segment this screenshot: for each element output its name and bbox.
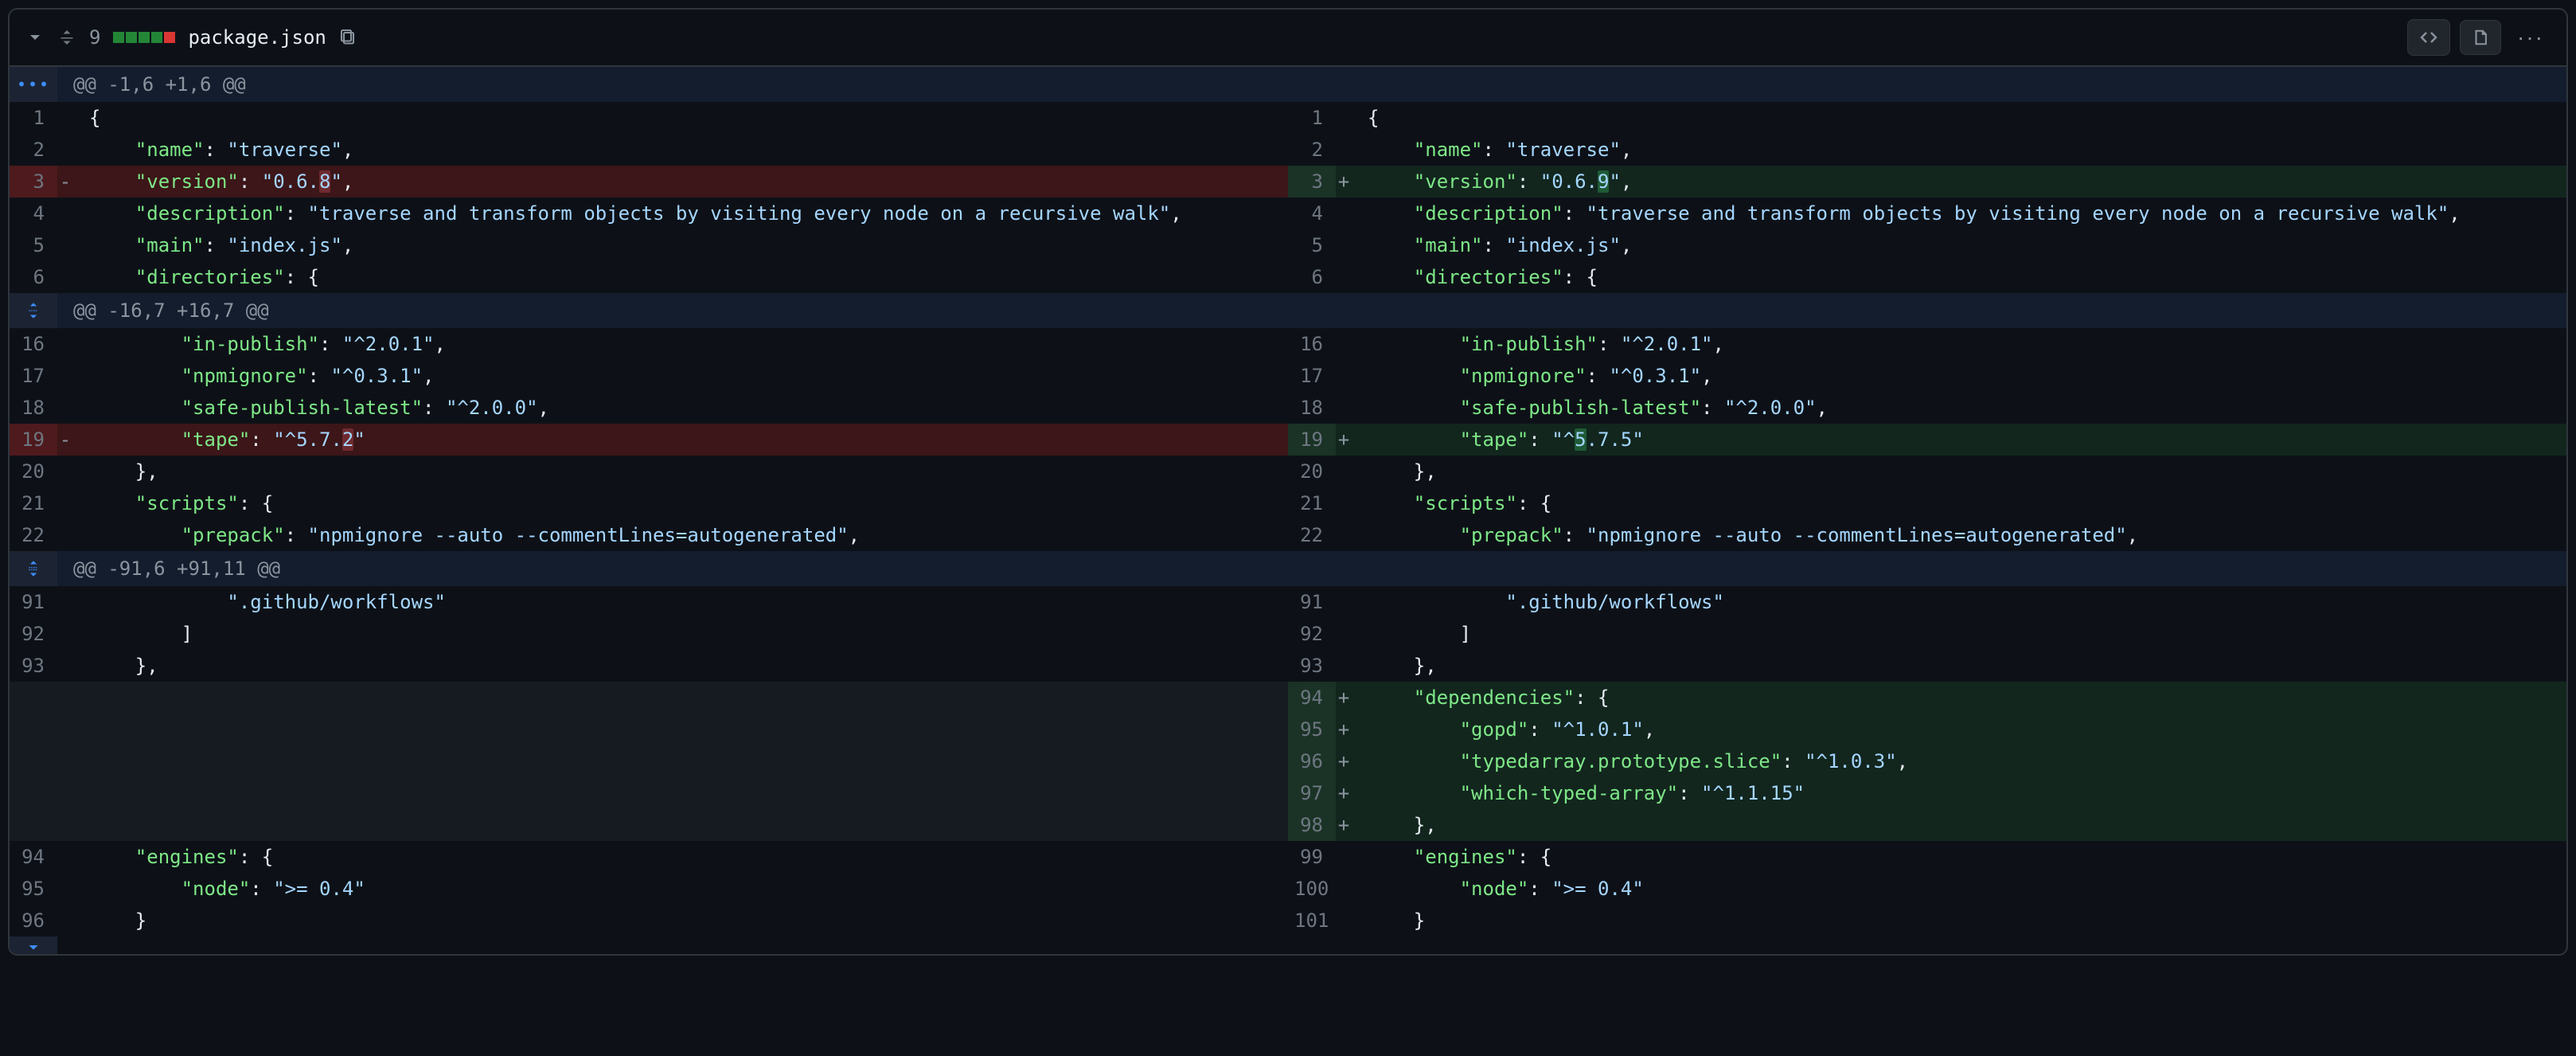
diff-line: 22 "prepack": "npmignore --auto --commen…	[10, 519, 2566, 551]
diff-marker-plus: +	[1336, 424, 1352, 456]
diff-marker-plus: +	[1336, 777, 1352, 809]
line-number-right[interactable]: 22	[1288, 519, 1336, 551]
diff-marker-plus: +	[1336, 714, 1352, 745]
line-number-left[interactable]: 16	[10, 328, 57, 360]
view-source-button[interactable]	[2407, 19, 2450, 56]
file-name[interactable]: package.json	[188, 23, 326, 52]
expand-hunk-icon[interactable]: •••	[10, 67, 57, 102]
line-number-right[interactable]: 4	[1288, 198, 1336, 229]
line-number-right[interactable]: 3	[1288, 166, 1336, 198]
line-number-left[interactable]: 21	[10, 487, 57, 519]
line-number-left[interactable]: 2	[10, 134, 57, 166]
copy-path-icon[interactable]	[339, 28, 358, 47]
line-number-right[interactable]: 92	[1288, 618, 1336, 650]
diff-line: 2 "name": "traverse",2 "name": "traverse…	[10, 134, 2566, 166]
expand-all-icon[interactable]	[57, 28, 76, 47]
line-number-left[interactable]: 96	[10, 905, 57, 937]
line-number-right[interactable]: 94	[1288, 682, 1336, 714]
diff-marker-plus: +	[1336, 809, 1352, 841]
line-number-left[interactable]: 95	[10, 873, 57, 905]
expand-down-icon[interactable]	[10, 937, 57, 954]
diff-line: 20 },20 },	[10, 456, 2566, 487]
hunk-header: @@ -16,7 +16,7 @@	[57, 293, 2566, 328]
diff-line: 5 "main": "index.js",5 "main": "index.js…	[10, 229, 2566, 261]
diff-line-added: 97+ "which-typed-array": "^1.1.15"	[10, 777, 2566, 809]
diff-line-added: 98+ },	[10, 809, 2566, 841]
line-number-right[interactable]: 20	[1288, 456, 1336, 487]
line-number-right[interactable]: 93	[1288, 650, 1336, 682]
line-number-left[interactable]: 22	[10, 519, 57, 551]
diff-line: 17 "npmignore": "^0.3.1",17 "npmignore":…	[10, 360, 2566, 392]
line-number-right[interactable]: 101	[1288, 905, 1336, 937]
line-number-left[interactable]: 19	[10, 424, 57, 456]
line-number-right[interactable]: 97	[1288, 777, 1336, 809]
line-number-right[interactable]: 17	[1288, 360, 1336, 392]
line-number-right[interactable]: 99	[1288, 841, 1336, 873]
diff-line-modified: 19- "tape": "^5.7.2"19+ "tape": "^5.7.5"	[10, 424, 2566, 456]
chevron-down-icon[interactable]	[25, 28, 45, 47]
diff-marker-plus: +	[1336, 166, 1352, 198]
change-count: 9	[89, 23, 100, 52]
diff-marker-plus: +	[1336, 682, 1352, 714]
line-number-right[interactable]: 98	[1288, 809, 1336, 841]
line-number-left[interactable]: 5	[10, 229, 57, 261]
line-number-left[interactable]: 4	[10, 198, 57, 229]
diff-line: 94 "engines": {99 "engines": {	[10, 841, 2566, 873]
diff-line-modified: 3- "version": "0.6.8",3+ "version": "0.6…	[10, 166, 2566, 198]
line-number-right[interactable]: 2	[1288, 134, 1336, 166]
diff-stat-squares	[113, 32, 175, 43]
line-number-left[interactable]: 92	[10, 618, 57, 650]
diff-line: 16 "in-publish": "^2.0.1",16 "in-publish…	[10, 328, 2566, 360]
line-number-left[interactable]: 3	[10, 166, 57, 198]
line-number-right[interactable]: 96	[1288, 745, 1336, 777]
expand-hunk-icon[interactable]	[10, 551, 57, 586]
diff-line: 18 "safe-publish-latest": "^2.0.0",18 "s…	[10, 392, 2566, 424]
line-number-left[interactable]: 20	[10, 456, 57, 487]
line-number-left[interactable]: 94	[10, 841, 57, 873]
line-number-left[interactable]: 18	[10, 392, 57, 424]
diff-line: 93 },93 },	[10, 650, 2566, 682]
line-number-right[interactable]: 21	[1288, 487, 1336, 519]
expand-hunk-icon[interactable]	[10, 293, 57, 328]
diff-line: 91 ".github/workflows"91 ".github/workfl…	[10, 586, 2566, 618]
line-number-right[interactable]: 16	[1288, 328, 1336, 360]
diff-line: 4 "description": "traverse and transform…	[10, 198, 2566, 229]
diff-marker-minus: -	[57, 424, 73, 456]
diff-line: 21 "scripts": {21 "scripts": {	[10, 487, 2566, 519]
line-number-right[interactable]: 19	[1288, 424, 1336, 456]
view-file-button[interactable]	[2460, 20, 2501, 55]
line-number-left[interactable]: 17	[10, 360, 57, 392]
diff-line-added: 94+ "dependencies": {	[10, 682, 2566, 714]
expand-down-row	[10, 937, 2566, 954]
diff-marker-plus: +	[1336, 745, 1352, 777]
line-number-right[interactable]: 100	[1288, 873, 1336, 905]
diff-body: •••@@ -1,6 +1,6 @@1{1{2 "name": "travers…	[10, 67, 2566, 937]
line-number-right[interactable]: 5	[1288, 229, 1336, 261]
line-number-right[interactable]: 6	[1288, 261, 1336, 293]
diff-line: 1{1{	[10, 102, 2566, 134]
line-number-right[interactable]: 91	[1288, 586, 1336, 618]
hunk-header: @@ -1,6 +1,6 @@	[57, 67, 2566, 102]
line-number-right[interactable]: 18	[1288, 392, 1336, 424]
diff-line-added: 95+ "gopd": "^1.0.1",	[10, 714, 2566, 745]
more-options-icon[interactable]: ···	[2511, 21, 2551, 54]
diff-marker-minus: -	[57, 166, 73, 198]
line-number-left[interactable]: 91	[10, 586, 57, 618]
diff-line: 92 ]92 ]	[10, 618, 2566, 650]
file-header: 9 package.json ···	[10, 10, 2566, 67]
diff-line: 95 "node": ">= 0.4"100 "node": ">= 0.4"	[10, 873, 2566, 905]
diff-file-container: 9 package.json ··· •••@@ -1,6 +1,6 @@1{1…	[8, 8, 2568, 956]
line-number-left[interactable]: 6	[10, 261, 57, 293]
line-number-left[interactable]: 93	[10, 650, 57, 682]
diff-line: 6 "directories": {6 "directories": {	[10, 261, 2566, 293]
line-number-left[interactable]: 1	[10, 102, 57, 134]
line-number-right[interactable]: 1	[1288, 102, 1336, 134]
diff-line: 96 }101 }	[10, 905, 2566, 937]
diff-line-added: 96+ "typedarray.prototype.slice": "^1.0.…	[10, 745, 2566, 777]
hunk-header: @@ -91,6 +91,11 @@	[57, 551, 2566, 586]
line-number-right[interactable]: 95	[1288, 714, 1336, 745]
